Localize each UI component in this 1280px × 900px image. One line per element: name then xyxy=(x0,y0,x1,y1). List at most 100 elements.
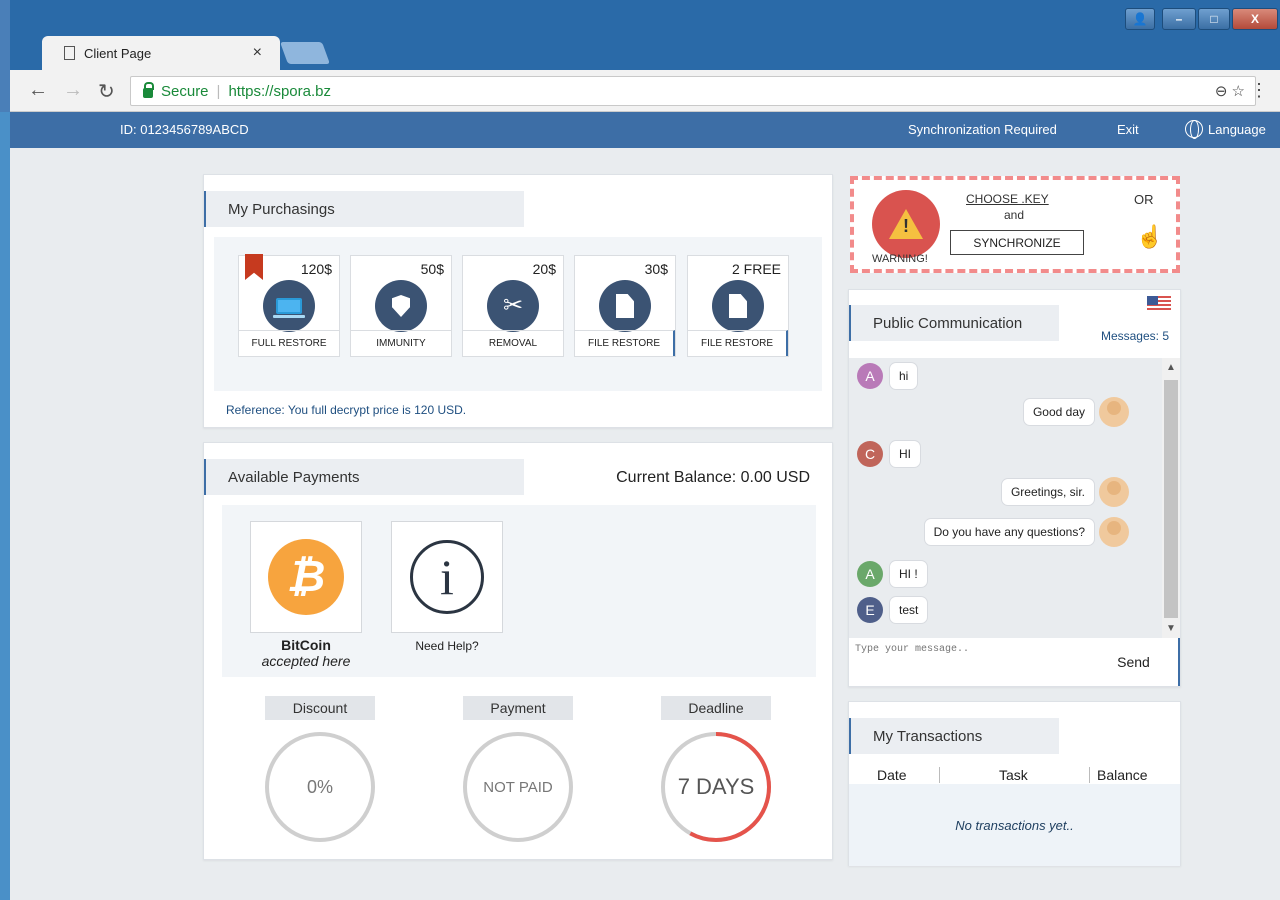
document-icon xyxy=(64,46,75,60)
price-reference: Reference: You full decrypt price is 120… xyxy=(226,403,467,417)
chat-area[interactable]: ▲ ▼ Ahi Good day C HI Greetings, sir. Do you … xyxy=(849,358,1180,638)
language-menu[interactable]: Language xyxy=(1185,120,1266,139)
and-text: and xyxy=(1004,208,1025,222)
payments-panel: Available Payments Current Balance: 0.00… xyxy=(203,442,833,860)
reload-icon[interactable]: ↻ xyxy=(98,79,115,104)
transactions-title: My Transactions xyxy=(849,718,1059,754)
bitcoin-name: BitCoin xyxy=(281,637,331,653)
zoom-star-icons[interactable]: ⊖ ☆ xyxy=(1215,82,1245,100)
menu-dots-icon[interactable]: ⋮ xyxy=(1250,80,1268,101)
chat-message: Greetings, sir. xyxy=(1000,478,1095,506)
scroll-up-icon[interactable]: ▲ xyxy=(1166,362,1176,373)
purchase-full-restore[interactable]: 120$ FULL RESTORE xyxy=(238,254,340,357)
purchase-file-restore[interactable]: 30$ FILE RESTORE xyxy=(574,255,676,357)
bitcoin-subtitle: accepted here xyxy=(261,653,351,669)
back-arrow-icon[interactable]: ← xyxy=(28,79,48,102)
laptop-icon xyxy=(263,280,315,332)
warning-circle: ! xyxy=(872,190,940,258)
lock-icon xyxy=(143,82,154,98)
bitcoin-option[interactable]: ₿ xyxy=(250,521,362,633)
purchase-removal[interactable]: 20$ ✂ REMOVAL xyxy=(462,255,564,357)
help-label[interactable]: Need Help? xyxy=(382,639,512,653)
pointer-hand-icon: ☝ xyxy=(1136,224,1164,249)
browser-toolbar: ← → ↻ Secure | https://spora.bz ⊖ ☆ ⋮ xyxy=(10,70,1280,112)
payments-title: Available Payments xyxy=(204,459,524,495)
address-bar[interactable]: Secure | https://spora.bz ⊖ ☆ xyxy=(130,76,1256,106)
user-avatar: C xyxy=(857,441,883,467)
us-flag-icon[interactable] xyxy=(1147,296,1171,312)
payment-methods: ₿ BitCoin accepted here i Need Help? xyxy=(222,505,816,677)
purchasings-panel: My Purchasings 120$ FULL RESTORE 50$ IMM… xyxy=(203,174,833,428)
maximize-button[interactable]: □ xyxy=(1198,8,1230,30)
scroll-down-icon[interactable]: ▼ xyxy=(1166,623,1176,634)
minimize-button[interactable]: – xyxy=(1162,8,1196,30)
page-content: My Purchasings 120$ FULL RESTORE 50$ IMM… xyxy=(10,148,1280,900)
chat-message: HI xyxy=(889,440,921,468)
exit-link[interactable]: Exit xyxy=(1117,122,1139,137)
support-avatar-icon xyxy=(1099,397,1129,427)
transactions-panel: My Transactions Date Task Balance No tra… xyxy=(848,701,1181,866)
divider: | xyxy=(216,82,221,100)
forward-arrow-icon[interactable]: → xyxy=(63,79,83,102)
purchase-immunity[interactable]: 50$ IMMUNITY xyxy=(350,255,452,357)
client-id: ID: 0123456789ABCD xyxy=(120,122,249,137)
user-icon[interactable]: 👤 xyxy=(1125,8,1155,30)
purchase-label: FULL RESTORE xyxy=(239,330,339,356)
message-input[interactable] xyxy=(855,644,1087,682)
sync-required-link[interactable]: Synchronization Required xyxy=(908,122,1057,137)
file-icon xyxy=(712,280,764,332)
column-balance: Balance xyxy=(1097,767,1148,783)
chat-message: test xyxy=(889,596,929,624)
tab-close-button[interactable]: × xyxy=(253,44,262,62)
warning-triangle-icon: ! xyxy=(889,209,923,239)
purchase-free-file-restore[interactable]: 2 FREE FILE RESTORE xyxy=(687,255,789,357)
purchase-price: 20$ xyxy=(532,261,556,277)
chat-message: Do you have any questions? xyxy=(923,518,1095,546)
url-text: https://spora.bz xyxy=(228,82,331,100)
bitcoin-icon: ₿ xyxy=(268,539,344,615)
user-avatar: E xyxy=(857,597,883,623)
discount-value: 0% xyxy=(306,776,333,797)
chat-message: HI ! xyxy=(889,560,928,588)
transactions-header: Date Task Balance xyxy=(849,766,1180,784)
warning-box: ! WARNING! CHOOSE .KEY and SYNCHRONIZE O… xyxy=(850,176,1180,273)
shield-icon xyxy=(375,280,427,332)
chat-input-row: Send xyxy=(849,638,1180,686)
browser-titlebar: Client Page × 👤 – □ X xyxy=(10,0,1280,70)
transactions-empty: No transactions yet.. xyxy=(849,784,1180,866)
site-navbar: ID: 0123456789ABCD Synchronization Requi… xyxy=(10,112,1280,148)
payment-title: Payment xyxy=(463,696,573,720)
or-text: OR xyxy=(1134,192,1154,207)
purchase-options: 120$ FULL RESTORE 50$ IMMUNITY 20$ ✂ REM… xyxy=(214,237,822,391)
browser-tab[interactable]: Client Page × xyxy=(42,36,280,70)
deadline-value: 7 DAYS xyxy=(677,774,755,799)
synchronize-button[interactable]: SYNCHRONIZE xyxy=(950,230,1084,255)
close-window-button[interactable]: X xyxy=(1232,8,1278,30)
file-icon xyxy=(599,280,651,332)
column-divider xyxy=(1089,767,1090,783)
purchase-price: 50$ xyxy=(420,261,444,277)
deadline-title: Deadline xyxy=(661,696,771,720)
chat-scrollbar[interactable]: ▲ ▼ xyxy=(1162,358,1180,638)
discount-title: Discount xyxy=(265,696,375,720)
warning-label: WARNING! xyxy=(872,253,928,265)
messages-count: Messages: 5 xyxy=(1100,329,1169,343)
choose-key-link[interactable]: CHOOSE .KEY xyxy=(966,192,1049,206)
tab-title: Client Page xyxy=(84,45,152,61)
window-edge xyxy=(0,112,10,900)
help-option[interactable]: i xyxy=(391,521,503,633)
support-avatar-icon xyxy=(1099,517,1129,547)
purchase-label: IMMUNITY xyxy=(351,330,451,356)
column-task: Task xyxy=(999,767,1028,783)
purchase-price: 30$ xyxy=(644,261,668,277)
column-date: Date xyxy=(877,767,907,783)
secure-label: Secure xyxy=(161,82,209,100)
new-tab-button[interactable] xyxy=(279,42,331,64)
chat-message: Good day xyxy=(1022,398,1095,426)
communication-panel: Public Communication Messages: 5 ▲ ▼ Ahi… xyxy=(848,289,1181,687)
send-button[interactable]: Send xyxy=(1089,638,1180,686)
scroll-thumb[interactable] xyxy=(1164,380,1178,618)
purchase-label: FILE RESTORE xyxy=(688,330,788,356)
purchase-label: FILE RESTORE xyxy=(575,330,675,356)
purchase-price: 2 FREE xyxy=(731,261,781,277)
